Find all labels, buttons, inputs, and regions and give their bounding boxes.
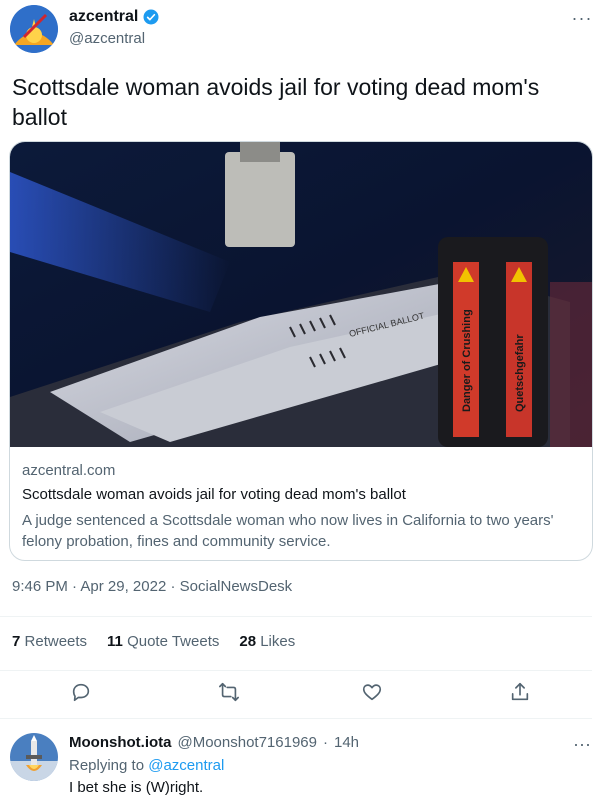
retweet-icon[interactable] — [218, 681, 244, 707]
like-icon[interactable] — [361, 681, 387, 707]
likes-count: 28 — [239, 633, 257, 650]
more-options-icon[interactable]: ··· — [568, 8, 596, 28]
quote-tweets-stat[interactable]: 11 Quote Tweets — [107, 633, 219, 650]
engagement-stats: 7 Retweets 11 Quote Tweets 28 Likes — [12, 633, 295, 650]
replying-to: Replying to @azcentral — [69, 757, 224, 774]
share-icon[interactable] — [509, 681, 535, 707]
retweets-stat[interactable]: 7 Retweets — [12, 633, 87, 650]
svg-text:Quetschgefahr: Quetschgefahr — [514, 334, 526, 412]
author-name-text[interactable]: azcentral — [69, 8, 138, 26]
divider — [0, 670, 592, 671]
reply-text: I bet she is (W)right. — [69, 779, 204, 796]
tweet-time[interactable]: 9:46 PM — [12, 578, 68, 595]
card-image: OFFICIAL BALLOT Danger of Crushing Quets… — [10, 142, 592, 447]
reply-separator: · — [322, 734, 328, 751]
divider — [0, 616, 592, 617]
divider — [0, 718, 592, 719]
author-avatar[interactable] — [10, 5, 58, 53]
reply-icon[interactable] — [70, 681, 96, 707]
link-card[interactable]: OFFICIAL BALLOT Danger of Crushing Quets… — [9, 141, 593, 561]
tweet-source[interactable]: SocialNewsDesk — [180, 578, 293, 595]
reply-time[interactable]: 14h — [334, 734, 359, 751]
quote-tweets-count: 11 — [107, 633, 123, 650]
replying-to-link[interactable]: @azcentral — [148, 757, 224, 774]
likes-label: Likes — [260, 633, 296, 650]
author-handle[interactable]: @azcentral — [69, 30, 145, 47]
verified-icon — [143, 9, 159, 25]
likes-stat[interactable]: 28 Likes — [239, 633, 295, 650]
card-description: A judge sentenced a Scottsdale woman who… — [22, 512, 554, 550]
tweet-text: Scottsdale woman avoids jail for voting … — [12, 74, 540, 130]
retweets-label: Retweets — [24, 633, 88, 650]
card-domain: azcentral.com — [22, 462, 116, 479]
quote-tweets-label: Quote Tweets — [127, 633, 220, 650]
tweet-date[interactable]: Apr 29, 2022 — [80, 578, 166, 595]
svg-text:Danger of Crushing: Danger of Crushing — [461, 309, 473, 412]
meta-separator: · — [170, 578, 176, 595]
reply-author-name[interactable]: Moonshot.iota — [69, 734, 171, 751]
action-bar — [0, 675, 609, 715]
tweet-meta: 9:46 PM · Apr 29, 2022 · SocialNewsDesk — [12, 578, 292, 595]
reply-header: Moonshot.iota @Moonshot7161969 · 14h — [69, 734, 359, 751]
reply-avatar[interactable] — [10, 733, 58, 781]
reply-author-handle[interactable]: @Moonshot7161969 — [177, 734, 317, 751]
reply-more-options-icon[interactable]: ··· — [568, 734, 596, 754]
meta-separator: · — [72, 578, 78, 595]
replying-to-prefix: Replying to — [69, 757, 145, 774]
retweets-count: 7 — [12, 633, 21, 650]
card-title: Scottsdale woman avoids jail for voting … — [22, 486, 406, 503]
author-name[interactable]: azcentral — [69, 8, 160, 26]
